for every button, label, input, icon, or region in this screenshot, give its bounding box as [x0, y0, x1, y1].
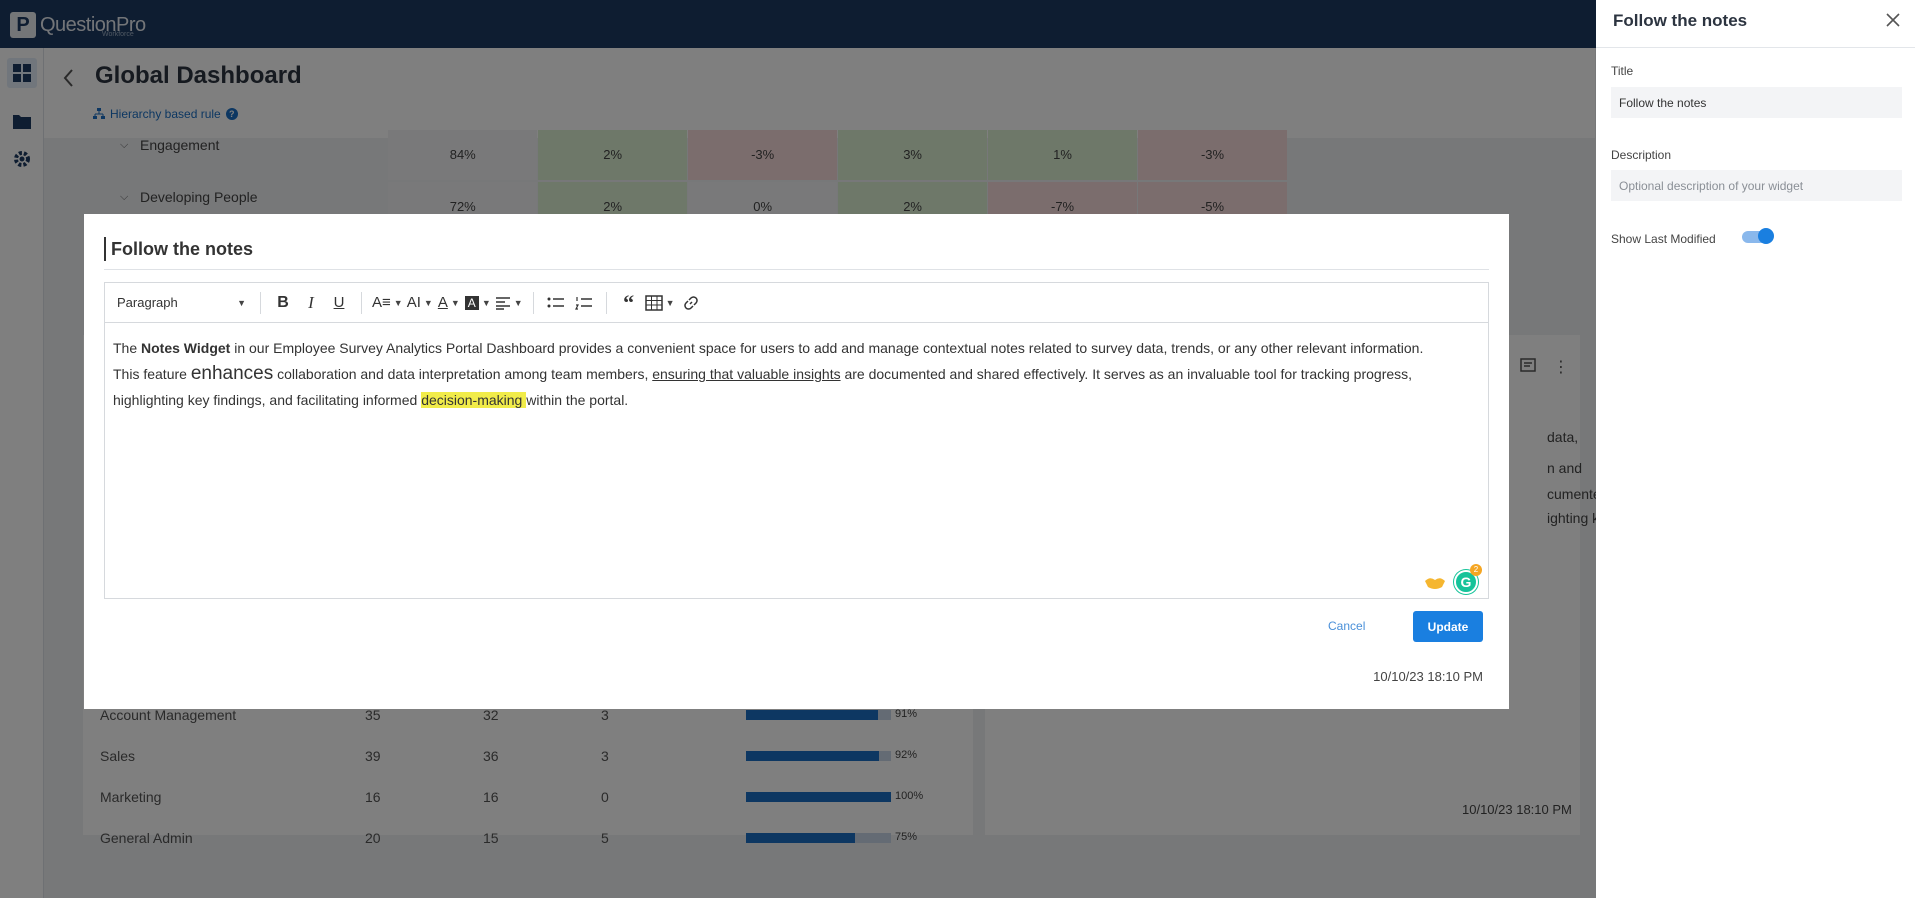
handshake-emoji-icon[interactable]	[1424, 575, 1446, 591]
bold-icon[interactable]: B	[269, 289, 297, 317]
notes-editor-modal: Follow the notes Paragraph ▼ B I U A≡ ▼ A…	[84, 214, 1509, 709]
rich-text-editor: Paragraph ▼ B I U A≡ ▼ AI ▼ A ▼ A ▼ ▼ “ …	[104, 282, 1489, 599]
show-last-modified-label: Show Last Modified	[1611, 232, 1716, 246]
link-icon[interactable]	[677, 289, 705, 317]
bold-text-run: Notes Widget	[141, 340, 231, 356]
text-run: This feature	[113, 366, 191, 382]
text-run: The	[113, 340, 142, 356]
toggle-knob	[1758, 228, 1774, 244]
chevron-down-icon: ▼	[665, 297, 675, 308]
update-button[interactable]: Update	[1413, 611, 1483, 642]
paragraph-style-label: Paragraph	[117, 295, 178, 310]
font-size-button[interactable]: A≡ ▼	[370, 289, 405, 317]
blockquote-icon[interactable]: “	[615, 289, 643, 317]
italic-icon[interactable]: I	[297, 289, 325, 317]
align-button[interactable]: ▼	[493, 289, 525, 317]
panel-divider	[1596, 47, 1915, 48]
chevron-down-icon: ▼	[423, 297, 433, 308]
chevron-down-icon: ▼	[450, 297, 460, 308]
cancel-button[interactable]: Cancel	[1328, 619, 1365, 633]
numbered-list-icon[interactable]	[570, 289, 598, 317]
large-text-run: enhances	[190, 363, 274, 384]
toolbar-divider	[361, 291, 362, 314]
title-input[interactable]	[1611, 87, 1902, 118]
font-size-icon: A≡	[372, 294, 391, 311]
panel-title: Follow the notes	[1613, 11, 1748, 30]
paragraph-1: The Notes Widget in our Employee Survey …	[113, 335, 1480, 361]
table-icon	[644, 294, 663, 311]
chevron-down-icon: ▼	[393, 297, 403, 308]
highlighted-text-run: decision-making	[421, 392, 527, 408]
paragraph-style-select[interactable]: Paragraph ▼	[117, 295, 252, 310]
font-family-icon: AI	[406, 294, 421, 311]
background-color-button[interactable]: A ▼	[463, 289, 493, 317]
chevron-down-icon: ▼	[237, 297, 246, 308]
widget-settings-panel: Follow the notes Title Description Show …	[1596, 0, 1915, 898]
last-modified-timestamp: 10/10/23 18:10 PM	[1373, 669, 1483, 684]
insert-table-button[interactable]: ▼	[643, 289, 677, 317]
grammarly-badge: 2	[1470, 564, 1482, 576]
toolbar-divider	[260, 291, 261, 314]
underlined-text-run: ensuring that valuable insights	[652, 366, 841, 382]
background-color-icon: A	[464, 295, 479, 310]
text-cursor	[104, 237, 106, 261]
align-left-icon	[495, 296, 510, 310]
chevron-down-icon: ▼	[513, 297, 523, 308]
text-run: collaboration and data interpretation am…	[273, 366, 653, 382]
toolbar-divider	[605, 291, 607, 314]
font-color-icon: A	[437, 294, 448, 311]
font-color-button[interactable]: A ▼	[435, 289, 463, 317]
description-input[interactable]	[1611, 170, 1902, 201]
bulleted-list-icon[interactable]	[542, 289, 570, 317]
title-label: Title	[1611, 64, 1634, 78]
font-family-button[interactable]: AI ▼	[405, 289, 435, 317]
paragraph-2: This feature enhances collaboration and …	[113, 361, 1480, 413]
text-run: within the portal.	[526, 392, 629, 408]
show-last-modified-toggle[interactable]	[1742, 228, 1774, 244]
chevron-down-icon: ▼	[481, 297, 491, 308]
modal-title-field[interactable]: Follow the notes	[104, 235, 1489, 270]
editor-content[interactable]: The Notes Widget in our Employee Survey …	[105, 323, 1488, 413]
modal-title: Follow the notes	[111, 239, 253, 259]
underline-icon[interactable]: U	[325, 289, 353, 317]
text-run: in our Employee Survey Analytics Portal …	[230, 340, 1424, 356]
editor-toolbar: Paragraph ▼ B I U A≡ ▼ AI ▼ A ▼ A ▼ ▼ “ …	[105, 283, 1488, 323]
toolbar-divider	[532, 291, 534, 314]
close-icon[interactable]	[1885, 12, 1901, 28]
description-label: Description	[1611, 148, 1672, 162]
